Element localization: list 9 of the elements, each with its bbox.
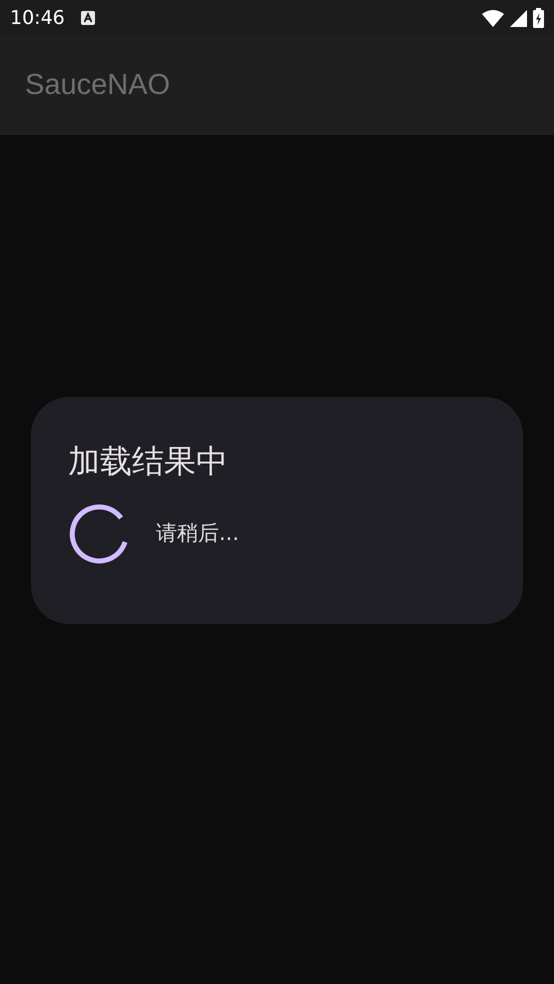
app-title: SauceNAO xyxy=(25,69,170,102)
signal-icon xyxy=(510,10,527,26)
dialog-message: 请稍后... xyxy=(156,520,240,547)
loading-spinner-icon xyxy=(68,502,130,564)
dialog-title: 加载结果中 xyxy=(68,441,229,482)
notification-icon xyxy=(80,11,95,25)
battery-icon xyxy=(533,8,544,28)
wifi-icon xyxy=(482,10,504,26)
status-time: 10:46 xyxy=(10,7,65,29)
